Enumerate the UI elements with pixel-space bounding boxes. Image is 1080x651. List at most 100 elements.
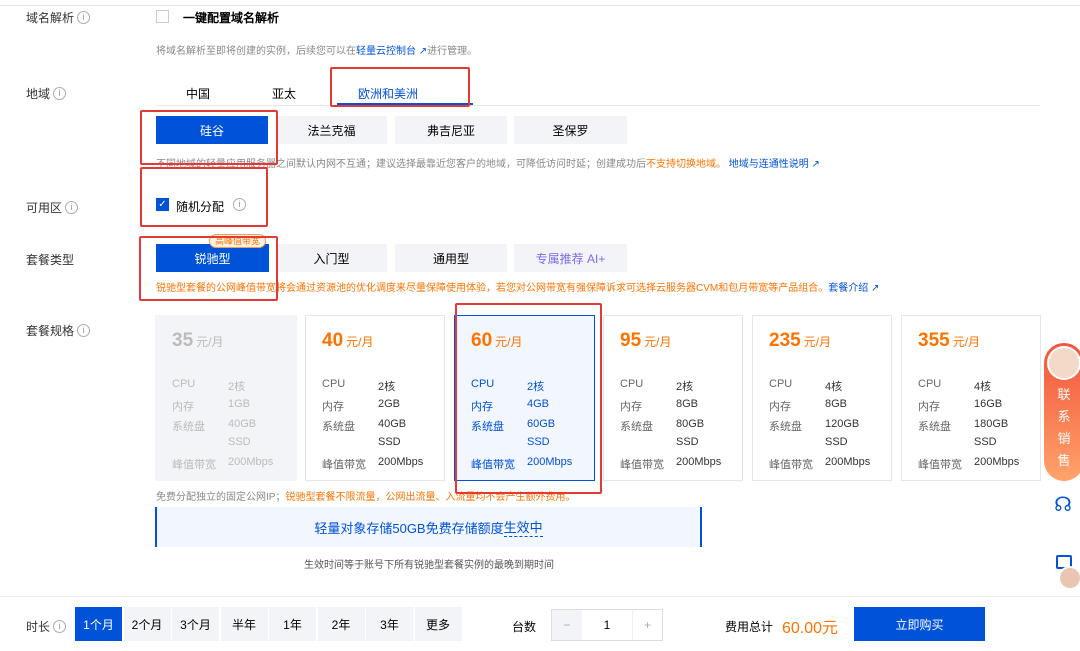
spec-bandwidth: 200Mbps bbox=[228, 456, 274, 468]
duration-option[interactable]: 1年 bbox=[269, 607, 316, 641]
contact-sales-button[interactable]: 联系销售 bbox=[1044, 343, 1080, 481]
duration-option[interactable]: 2个月 bbox=[123, 607, 171, 641]
info-icon[interactable]: i bbox=[65, 201, 79, 214]
external-link-icon: ↗ bbox=[868, 283, 880, 294]
spec-disk: 40GB bbox=[228, 418, 257, 430]
spec-cpu: 2核 bbox=[228, 381, 246, 393]
spec-disk: 40GB bbox=[378, 418, 407, 430]
quantity-stepper[interactable]: − 1 + bbox=[551, 609, 663, 641]
annotation-box bbox=[140, 110, 278, 165]
spec-key-bandwidth: 峰值带宽 bbox=[172, 459, 216, 471]
quantity-input[interactable]: 1 bbox=[582, 610, 632, 640]
duration-option[interactable]: 2年 bbox=[317, 607, 365, 641]
duration-option[interactable]: 3年 bbox=[366, 607, 413, 641]
tab-divider bbox=[156, 105, 1040, 106]
spec-cpu: 2核 bbox=[676, 381, 694, 393]
quantity-decrement[interactable]: − bbox=[552, 610, 582, 640]
plan-type-label-text: 套餐类型 bbox=[26, 253, 75, 267]
city-frankfurt[interactable]: 法兰克福 bbox=[276, 116, 387, 144]
dns-hint-post: 进行管理。 bbox=[427, 46, 478, 57]
spec-bandwidth: 200Mbps bbox=[378, 456, 424, 468]
annotation-box bbox=[140, 167, 268, 227]
plan-price-unit: 元/月 bbox=[346, 335, 374, 349]
spec-key-cpu: CPU bbox=[620, 378, 644, 390]
info-icon[interactable]: i bbox=[53, 620, 67, 633]
region-connectivity-link[interactable]: 地域与连通性说明 bbox=[729, 159, 809, 170]
spec-key-disk: 系统盘 bbox=[172, 421, 205, 433]
duration-option[interactable]: 半年 bbox=[220, 607, 268, 641]
spec-key-bandwidth: 峰值带宽 bbox=[322, 459, 366, 471]
spec-key-cpu: CPU bbox=[918, 378, 942, 390]
total-label: 费用总计 bbox=[725, 620, 774, 634]
plan-type-general[interactable]: 通用型 bbox=[395, 244, 507, 272]
customer-service-icon[interactable]: ☊ bbox=[1046, 492, 1080, 532]
plan-price-unit: 元/月 bbox=[952, 335, 981, 349]
buy-now-button[interactable]: 立即购买 bbox=[854, 607, 985, 641]
total-price: 60.00元 bbox=[782, 620, 839, 637]
sales-avatar bbox=[1047, 346, 1080, 380]
storage-active-link[interactable]: 生效中 bbox=[503, 517, 543, 537]
plan-type-entry[interactable]: 入门型 bbox=[276, 244, 387, 272]
region-label: 地域 i bbox=[26, 85, 67, 102]
assistant-avatar[interactable] bbox=[1058, 566, 1080, 590]
top-bar-remnant bbox=[0, 0, 1080, 6]
spec-bandwidth: 200Mbps bbox=[676, 456, 722, 468]
plan-price: 235 bbox=[769, 330, 801, 351]
spec-bandwidth: 200Mbps bbox=[825, 456, 871, 468]
tab-apac[interactable]: 亚太 bbox=[272, 85, 296, 102]
plan-spec-label: 套餐规格 i bbox=[26, 322, 91, 339]
plan-card[interactable]: 95 元/月 CPU 2核 内存 8GB 系统盘 80GB SSD 峰值带宽 200Mbp… bbox=[603, 315, 743, 481]
annotation-box bbox=[455, 303, 602, 494]
plan-card[interactable]: 40 元/月 CPU 2核 内存 2GB 系统盘 40GB SSD 峰值带宽 200Mbp… bbox=[305, 315, 445, 481]
spec-cpu: 2核 bbox=[378, 381, 396, 393]
plan-price: 355 bbox=[918, 330, 950, 351]
quantity-label: 台数 bbox=[512, 620, 537, 634]
spec-key-cpu: CPU bbox=[769, 378, 793, 390]
spec-key-disk: 系统盘 bbox=[620, 421, 653, 433]
spec-key-memory: 内存 bbox=[172, 401, 194, 413]
duration-option[interactable]: 3个月 bbox=[172, 607, 219, 641]
dns-checkbox[interactable] bbox=[156, 10, 169, 23]
spec-cpu: 4核 bbox=[974, 381, 992, 393]
spec-memory: 8GB bbox=[825, 398, 848, 410]
duration-label: 时长 i bbox=[26, 618, 67, 635]
duration-option[interactable]: 1个月 bbox=[75, 607, 122, 641]
duration-option[interactable]: 更多 bbox=[414, 607, 462, 641]
zone-label: 可用区 i bbox=[26, 199, 79, 216]
console-link[interactable]: 轻量云控制台 bbox=[356, 46, 416, 57]
city-sao-paulo[interactable]: 圣保罗 bbox=[514, 116, 627, 144]
plan-type-ai-recommend[interactable]: 专属推荐 AI+ bbox=[514, 244, 627, 272]
spec-memory: 16GB bbox=[974, 398, 1003, 410]
info-icon[interactable]: i bbox=[77, 11, 91, 24]
duration-label-text: 时长 bbox=[26, 620, 51, 634]
spec-key-memory: 内存 bbox=[918, 401, 940, 413]
spec-disk-type: SSD bbox=[676, 436, 699, 448]
region-hint-warning: 不支持切换地域。 bbox=[646, 159, 726, 170]
quantity-increment[interactable]: + bbox=[632, 610, 662, 640]
plan-card[interactable]: 235 元/月 CPU 4核 内存 8GB 系统盘 120GB SSD 峰值带宽 200M… bbox=[752, 315, 892, 481]
info-icon[interactable]: i bbox=[53, 87, 67, 100]
storage-banner: 轻量对象存储50GB免费存储额度 生效中 bbox=[155, 507, 702, 547]
plan-price-unit: 元/月 bbox=[644, 335, 672, 349]
spec-disk-type: SSD bbox=[228, 436, 251, 448]
plan-price-unit: 元/月 bbox=[196, 335, 224, 349]
info-icon[interactable]: i bbox=[77, 324, 91, 337]
plan-note-text: 免费分配独立的固定公网IP； bbox=[156, 492, 286, 503]
spec-bandwidth: 200Mbps bbox=[974, 456, 1020, 468]
dns-label-text: 域名解析 bbox=[26, 11, 75, 25]
plan-price-unit: 元/月 bbox=[803, 335, 832, 349]
spec-key-bandwidth: 峰值带宽 bbox=[769, 459, 813, 471]
tab-china[interactable]: 中国 bbox=[186, 85, 210, 102]
plan-price: 35 bbox=[172, 330, 194, 351]
spec-key-disk: 系统盘 bbox=[769, 421, 802, 433]
plan-intro-link[interactable]: 套餐介绍 bbox=[828, 283, 868, 294]
annotation-box bbox=[139, 236, 278, 301]
spec-disk: 180GB bbox=[974, 418, 1009, 430]
spec-memory: 2GB bbox=[378, 398, 401, 410]
contact-sales-text: 联系销售 bbox=[1057, 387, 1071, 468]
external-link-icon: ↗ bbox=[808, 159, 820, 170]
plan-card[interactable]: 355 元/月 CPU 4核 内存 16GB 系统盘 180GB SSD 峰值带宽 200… bbox=[901, 315, 1041, 481]
dns-hint: 将域名解析至即将创建的实例，后续您可以在轻量云控制台 ↗进行管理。 bbox=[156, 42, 477, 57]
spec-key-bandwidth: 峰值带宽 bbox=[620, 459, 664, 471]
city-virginia[interactable]: 弗吉尼亚 bbox=[395, 116, 507, 144]
